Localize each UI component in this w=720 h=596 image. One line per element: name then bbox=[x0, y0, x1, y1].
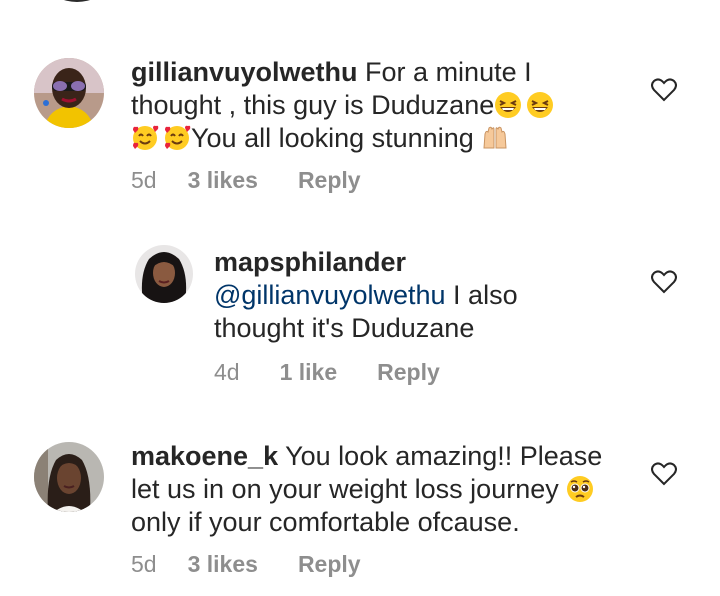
comment-meta: 5d 3 likes Reply bbox=[131, 551, 361, 578]
avatar[interactable] bbox=[34, 442, 104, 512]
grinning-squint-emoji bbox=[494, 91, 522, 119]
heart-icon[interactable] bbox=[651, 462, 677, 486]
comment-username[interactable]: makoene_k bbox=[131, 441, 278, 471]
comment-text: I also bbox=[453, 280, 518, 310]
comment-username[interactable]: mapsphilander bbox=[214, 247, 406, 277]
heart-icon[interactable] bbox=[651, 78, 677, 102]
comment-age: 5d bbox=[131, 551, 157, 577]
comment-age: 5d bbox=[131, 167, 157, 193]
comment-text: thought it's Duduzane bbox=[214, 313, 475, 343]
previous-comment-avatar bbox=[50, 0, 104, 2]
likes-count-button[interactable]: 1 like bbox=[280, 359, 338, 386]
heart-icon[interactable] bbox=[651, 270, 677, 294]
comment-text: You look amazing!! Please bbox=[285, 441, 603, 471]
grinning-squint-emoji bbox=[526, 91, 554, 119]
comment-text: let us in on your weight loss journey bbox=[131, 474, 559, 504]
comment-meta: 5d 3 likes Reply bbox=[131, 167, 361, 194]
comment-text: only if your comfortable ofcause. bbox=[131, 507, 520, 537]
comment-username[interactable]: gillianvuyolwethu bbox=[131, 57, 358, 87]
reply-button[interactable]: Reply bbox=[298, 551, 361, 578]
pleading-face-emoji bbox=[566, 475, 594, 503]
comment-meta: 4d 1 like Reply bbox=[214, 359, 440, 386]
comment-text: You all looking stunning bbox=[191, 123, 474, 153]
reply-button[interactable]: Reply bbox=[298, 167, 361, 194]
comment-text: For a minute I bbox=[365, 57, 532, 87]
reply-button[interactable]: Reply bbox=[377, 359, 440, 386]
avatar[interactable] bbox=[135, 245, 193, 303]
smiling-hearts-emoji bbox=[163, 124, 191, 152]
comment-text: thought , this guy is Duduzane bbox=[131, 90, 495, 120]
comment-age: 4d bbox=[214, 359, 240, 385]
comment-body: makoene_k You look amazing!! Please let … bbox=[131, 440, 631, 539]
comment-body: gillianvuyolwethu For a minute I thought… bbox=[131, 56, 601, 155]
comment-body: mapsphilander @gillianvuyolwethu I also … bbox=[214, 246, 614, 345]
likes-count-button[interactable]: 3 likes bbox=[188, 167, 258, 194]
raising-hands-emoji bbox=[481, 124, 509, 152]
likes-count-button[interactable]: 3 likes bbox=[188, 551, 258, 578]
smiling-hearts-emoji bbox=[131, 124, 159, 152]
avatar[interactable] bbox=[34, 58, 104, 128]
mention-link[interactable]: @gillianvuyolwethu bbox=[214, 280, 446, 310]
